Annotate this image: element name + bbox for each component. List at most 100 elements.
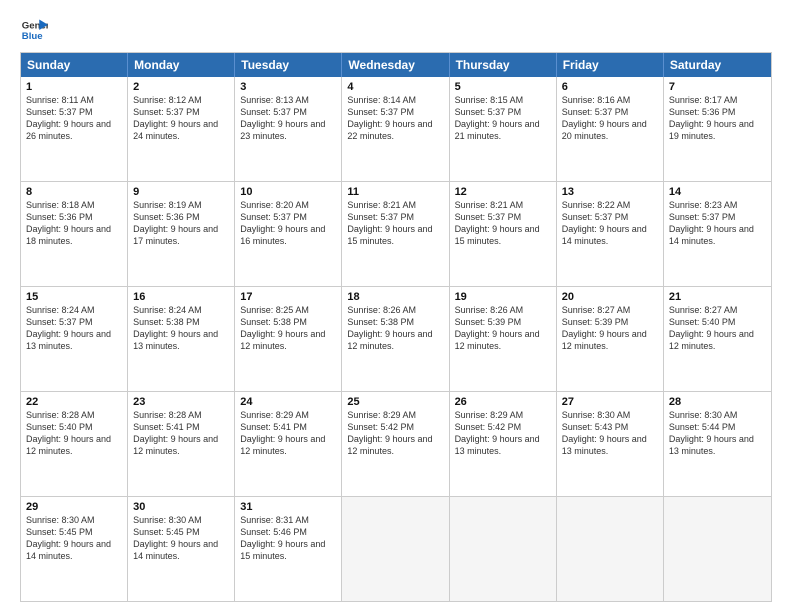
calendar-day-10: 10Sunrise: 8:20 AMSunset: 5:37 PMDayligh… [235, 182, 342, 286]
day-number: 11 [347, 186, 443, 198]
calendar-day-8: 8Sunrise: 8:18 AMSunset: 5:36 PMDaylight… [21, 182, 128, 286]
day-number: 17 [240, 291, 336, 303]
calendar-day-empty [557, 497, 664, 601]
day-info: Sunrise: 8:18 AMSunset: 5:36 PMDaylight:… [26, 199, 122, 248]
day-info: Sunrise: 8:28 AMSunset: 5:41 PMDaylight:… [133, 409, 229, 458]
day-number: 31 [240, 501, 336, 513]
day-number: 24 [240, 396, 336, 408]
day-number: 9 [133, 186, 229, 198]
day-info: Sunrise: 8:21 AMSunset: 5:37 PMDaylight:… [347, 199, 443, 248]
day-info: Sunrise: 8:20 AMSunset: 5:37 PMDaylight:… [240, 199, 336, 248]
day-number: 20 [562, 291, 658, 303]
day-info: Sunrise: 8:31 AMSunset: 5:46 PMDaylight:… [240, 514, 336, 563]
day-info: Sunrise: 8:29 AMSunset: 5:41 PMDaylight:… [240, 409, 336, 458]
logo-icon: General Blue [20, 16, 48, 44]
calendar-day-2: 2Sunrise: 8:12 AMSunset: 5:37 PMDaylight… [128, 77, 235, 181]
calendar-day-12: 12Sunrise: 8:21 AMSunset: 5:37 PMDayligh… [450, 182, 557, 286]
calendar-day-empty [664, 497, 771, 601]
calendar-day-4: 4Sunrise: 8:14 AMSunset: 5:37 PMDaylight… [342, 77, 449, 181]
day-info: Sunrise: 8:24 AMSunset: 5:37 PMDaylight:… [26, 304, 122, 353]
calendar-week-1: 1Sunrise: 8:11 AMSunset: 5:37 PMDaylight… [21, 77, 771, 181]
day-number: 13 [562, 186, 658, 198]
day-info: Sunrise: 8:27 AMSunset: 5:39 PMDaylight:… [562, 304, 658, 353]
calendar-day-29: 29Sunrise: 8:30 AMSunset: 5:45 PMDayligh… [21, 497, 128, 601]
calendar-week-5: 29Sunrise: 8:30 AMSunset: 5:45 PMDayligh… [21, 496, 771, 601]
calendar-day-1: 1Sunrise: 8:11 AMSunset: 5:37 PMDaylight… [21, 77, 128, 181]
day-info: Sunrise: 8:24 AMSunset: 5:38 PMDaylight:… [133, 304, 229, 353]
day-number: 3 [240, 81, 336, 93]
calendar-day-9: 9Sunrise: 8:19 AMSunset: 5:36 PMDaylight… [128, 182, 235, 286]
day-number: 23 [133, 396, 229, 408]
calendar-day-3: 3Sunrise: 8:13 AMSunset: 5:37 PMDaylight… [235, 77, 342, 181]
day-info: Sunrise: 8:30 AMSunset: 5:45 PMDaylight:… [26, 514, 122, 563]
day-number: 25 [347, 396, 443, 408]
day-number: 28 [669, 396, 766, 408]
calendar-day-5: 5Sunrise: 8:15 AMSunset: 5:37 PMDaylight… [450, 77, 557, 181]
day-number: 21 [669, 291, 766, 303]
day-info: Sunrise: 8:30 AMSunset: 5:43 PMDaylight:… [562, 409, 658, 458]
day-info: Sunrise: 8:26 AMSunset: 5:38 PMDaylight:… [347, 304, 443, 353]
calendar-week-4: 22Sunrise: 8:28 AMSunset: 5:40 PMDayligh… [21, 391, 771, 496]
calendar-week-3: 15Sunrise: 8:24 AMSunset: 5:37 PMDayligh… [21, 286, 771, 391]
day-info: Sunrise: 8:17 AMSunset: 5:36 PMDaylight:… [669, 94, 766, 143]
calendar-day-13: 13Sunrise: 8:22 AMSunset: 5:37 PMDayligh… [557, 182, 664, 286]
day-number: 16 [133, 291, 229, 303]
day-number: 30 [133, 501, 229, 513]
calendar-header-friday: Friday [557, 53, 664, 77]
day-info: Sunrise: 8:30 AMSunset: 5:45 PMDaylight:… [133, 514, 229, 563]
calendar-header-wednesday: Wednesday [342, 53, 449, 77]
day-number: 10 [240, 186, 336, 198]
day-number: 6 [562, 81, 658, 93]
calendar-day-15: 15Sunrise: 8:24 AMSunset: 5:37 PMDayligh… [21, 287, 128, 391]
calendar-day-19: 19Sunrise: 8:26 AMSunset: 5:39 PMDayligh… [450, 287, 557, 391]
calendar-day-20: 20Sunrise: 8:27 AMSunset: 5:39 PMDayligh… [557, 287, 664, 391]
day-info: Sunrise: 8:29 AMSunset: 5:42 PMDaylight:… [347, 409, 443, 458]
day-number: 1 [26, 81, 122, 93]
calendar-header-tuesday: Tuesday [235, 53, 342, 77]
day-info: Sunrise: 8:15 AMSunset: 5:37 PMDaylight:… [455, 94, 551, 143]
day-number: 14 [669, 186, 766, 198]
calendar-day-16: 16Sunrise: 8:24 AMSunset: 5:38 PMDayligh… [128, 287, 235, 391]
calendar-day-23: 23Sunrise: 8:28 AMSunset: 5:41 PMDayligh… [128, 392, 235, 496]
calendar-header-sunday: Sunday [21, 53, 128, 77]
calendar-day-31: 31Sunrise: 8:31 AMSunset: 5:46 PMDayligh… [235, 497, 342, 601]
day-number: 26 [455, 396, 551, 408]
day-info: Sunrise: 8:27 AMSunset: 5:40 PMDaylight:… [669, 304, 766, 353]
calendar-day-30: 30Sunrise: 8:30 AMSunset: 5:45 PMDayligh… [128, 497, 235, 601]
day-number: 22 [26, 396, 122, 408]
day-number: 7 [669, 81, 766, 93]
calendar-day-18: 18Sunrise: 8:26 AMSunset: 5:38 PMDayligh… [342, 287, 449, 391]
calendar-day-24: 24Sunrise: 8:29 AMSunset: 5:41 PMDayligh… [235, 392, 342, 496]
day-number: 8 [26, 186, 122, 198]
calendar-day-14: 14Sunrise: 8:23 AMSunset: 5:37 PMDayligh… [664, 182, 771, 286]
day-number: 4 [347, 81, 443, 93]
calendar-body: 1Sunrise: 8:11 AMSunset: 5:37 PMDaylight… [21, 77, 771, 601]
calendar-day-6: 6Sunrise: 8:16 AMSunset: 5:37 PMDaylight… [557, 77, 664, 181]
day-number: 2 [133, 81, 229, 93]
calendar-day-28: 28Sunrise: 8:30 AMSunset: 5:44 PMDayligh… [664, 392, 771, 496]
day-info: Sunrise: 8:29 AMSunset: 5:42 PMDaylight:… [455, 409, 551, 458]
day-number: 12 [455, 186, 551, 198]
day-info: Sunrise: 8:22 AMSunset: 5:37 PMDaylight:… [562, 199, 658, 248]
day-info: Sunrise: 8:25 AMSunset: 5:38 PMDaylight:… [240, 304, 336, 353]
calendar-day-11: 11Sunrise: 8:21 AMSunset: 5:37 PMDayligh… [342, 182, 449, 286]
day-info: Sunrise: 8:13 AMSunset: 5:37 PMDaylight:… [240, 94, 336, 143]
page: General Blue SundayMondayTuesdayWednesda… [0, 0, 792, 612]
day-info: Sunrise: 8:19 AMSunset: 5:36 PMDaylight:… [133, 199, 229, 248]
svg-text:Blue: Blue [22, 31, 43, 42]
day-number: 18 [347, 291, 443, 303]
day-number: 29 [26, 501, 122, 513]
day-info: Sunrise: 8:14 AMSunset: 5:37 PMDaylight:… [347, 94, 443, 143]
calendar-day-27: 27Sunrise: 8:30 AMSunset: 5:43 PMDayligh… [557, 392, 664, 496]
calendar-day-25: 25Sunrise: 8:29 AMSunset: 5:42 PMDayligh… [342, 392, 449, 496]
calendar-day-26: 26Sunrise: 8:29 AMSunset: 5:42 PMDayligh… [450, 392, 557, 496]
day-info: Sunrise: 8:21 AMSunset: 5:37 PMDaylight:… [455, 199, 551, 248]
calendar-day-22: 22Sunrise: 8:28 AMSunset: 5:40 PMDayligh… [21, 392, 128, 496]
day-number: 27 [562, 396, 658, 408]
calendar-day-empty [342, 497, 449, 601]
calendar-day-7: 7Sunrise: 8:17 AMSunset: 5:36 PMDaylight… [664, 77, 771, 181]
day-info: Sunrise: 8:12 AMSunset: 5:37 PMDaylight:… [133, 94, 229, 143]
day-number: 15 [26, 291, 122, 303]
calendar-day-17: 17Sunrise: 8:25 AMSunset: 5:38 PMDayligh… [235, 287, 342, 391]
header: General Blue [20, 16, 772, 44]
